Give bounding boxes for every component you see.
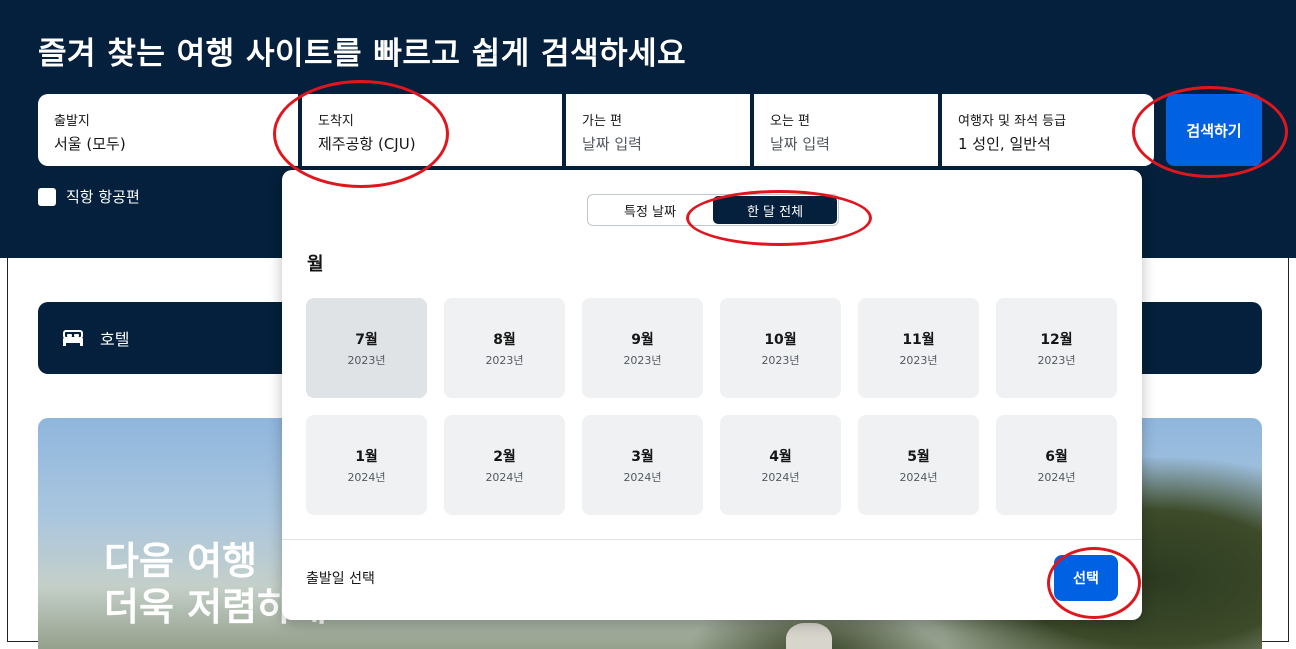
origin-label: 출발지 bbox=[54, 114, 90, 129]
origin-field[interactable]: 출발지 서울 (모두) bbox=[38, 94, 298, 166]
month-year: 2024년 bbox=[899, 470, 938, 484]
month-year: 2023년 bbox=[623, 353, 662, 367]
popup-divider bbox=[282, 539, 1142, 540]
month-grid: 7월 2023년 8월 2023년 9월 2023년 10월 2023년 11월… bbox=[306, 298, 1117, 515]
search-button[interactable]: 검색하기 bbox=[1166, 94, 1262, 166]
direct-flights-label: 직항 항공편 bbox=[66, 188, 140, 206]
depart-date-value: 날짜 입력 bbox=[582, 135, 642, 153]
date-mode-toggle: 특정 날짜 한 달 전체 bbox=[587, 194, 839, 226]
travelers-class-field[interactable]: 여행자 및 좌석 등급 1 성인, 일반석 bbox=[942, 94, 1154, 166]
month-picker-popup: 특정 날짜 한 달 전체 월 7월 2023년 8월 2023년 9월 2023… bbox=[282, 170, 1142, 620]
month-year: 2024년 bbox=[623, 470, 662, 484]
promo-statue bbox=[786, 623, 832, 649]
month-year: 2024년 bbox=[485, 470, 524, 484]
month-cell-2024-04[interactable]: 4월 2024년 bbox=[720, 415, 841, 515]
month-cell-2023-10[interactable]: 10월 2023년 bbox=[720, 298, 841, 398]
month-name: 1월 bbox=[355, 448, 378, 465]
depart-date-field[interactable]: 가는 편 날짜 입력 bbox=[566, 94, 750, 166]
select-button[interactable]: 선택 bbox=[1054, 555, 1118, 601]
month-cell-2023-11[interactable]: 11월 2023년 bbox=[858, 298, 979, 398]
direct-flights-option[interactable]: 직항 항공편 bbox=[38, 186, 140, 207]
month-heading: 월 bbox=[307, 254, 324, 275]
destination-value: 제주공항 (CJU) bbox=[318, 135, 416, 153]
return-date-field[interactable]: 오는 편 날짜 입력 bbox=[754, 94, 938, 166]
month-name: 3월 bbox=[631, 448, 654, 465]
return-date-value: 날짜 입력 bbox=[770, 135, 830, 153]
return-date-label: 오는 편 bbox=[770, 114, 811, 129]
month-year: 2024년 bbox=[1037, 470, 1076, 484]
specific-date-option[interactable]: 특정 날짜 bbox=[588, 195, 712, 225]
flight-search-bar: 출발지 서울 (모두) 도착지 제주공항 (CJU) 가는 편 날짜 입력 오는… bbox=[38, 94, 1154, 166]
month-cell-2023-12[interactable]: 12월 2023년 bbox=[996, 298, 1117, 398]
month-year: 2023년 bbox=[347, 353, 386, 367]
month-cell-2024-05[interactable]: 5월 2024년 bbox=[858, 415, 979, 515]
month-name: 9월 bbox=[631, 331, 654, 348]
month-name: 10월 bbox=[764, 331, 797, 348]
month-name: 11월 bbox=[902, 331, 935, 348]
month-cell-2023-08[interactable]: 8월 2023년 bbox=[444, 298, 565, 398]
month-cell-2024-03[interactable]: 3월 2024년 bbox=[582, 415, 703, 515]
month-year: 2023년 bbox=[761, 353, 800, 367]
travelers-class-value: 1 성인, 일반석 bbox=[958, 135, 1051, 153]
month-year: 2023년 bbox=[485, 353, 524, 367]
departure-select-label: 출발일 선택 bbox=[306, 571, 375, 587]
depart-date-label: 가는 편 bbox=[582, 114, 623, 129]
month-name: 7월 bbox=[355, 331, 378, 348]
month-year: 2023년 bbox=[899, 353, 938, 367]
travelers-class-label: 여행자 및 좌석 등급 bbox=[958, 114, 1067, 129]
destination-label: 도착지 bbox=[318, 114, 354, 129]
month-name: 2월 bbox=[493, 448, 516, 465]
month-year: 2024년 bbox=[761, 470, 800, 484]
month-name: 8월 bbox=[493, 331, 516, 348]
month-cell-2023-09[interactable]: 9월 2023년 bbox=[582, 298, 703, 398]
month-cell-2024-01[interactable]: 1월 2024년 bbox=[306, 415, 427, 515]
month-cell-2023-07[interactable]: 7월 2023년 bbox=[306, 298, 427, 398]
month-cell-2024-02[interactable]: 2월 2024년 bbox=[444, 415, 565, 515]
month-cell-2024-06[interactable]: 6월 2024년 bbox=[996, 415, 1117, 515]
direct-flights-checkbox[interactable] bbox=[38, 187, 56, 206]
month-name: 4월 bbox=[769, 448, 792, 465]
destination-field[interactable]: 도착지 제주공항 (CJU) bbox=[302, 94, 562, 166]
month-year: 2024년 bbox=[347, 470, 386, 484]
page-title: 즐겨 찾는 여행 사이트를 빠르고 쉽게 검색하세요 bbox=[38, 36, 687, 72]
month-name: 6월 bbox=[1045, 448, 1068, 465]
bed-icon bbox=[63, 330, 83, 346]
whole-month-option[interactable]: 한 달 전체 bbox=[713, 196, 837, 224]
hotel-label: 호텔 bbox=[100, 330, 130, 349]
origin-value: 서울 (모두) bbox=[54, 135, 126, 153]
month-name: 12월 bbox=[1040, 331, 1073, 348]
month-name: 5월 bbox=[907, 448, 930, 465]
month-year: 2023년 bbox=[1037, 353, 1076, 367]
